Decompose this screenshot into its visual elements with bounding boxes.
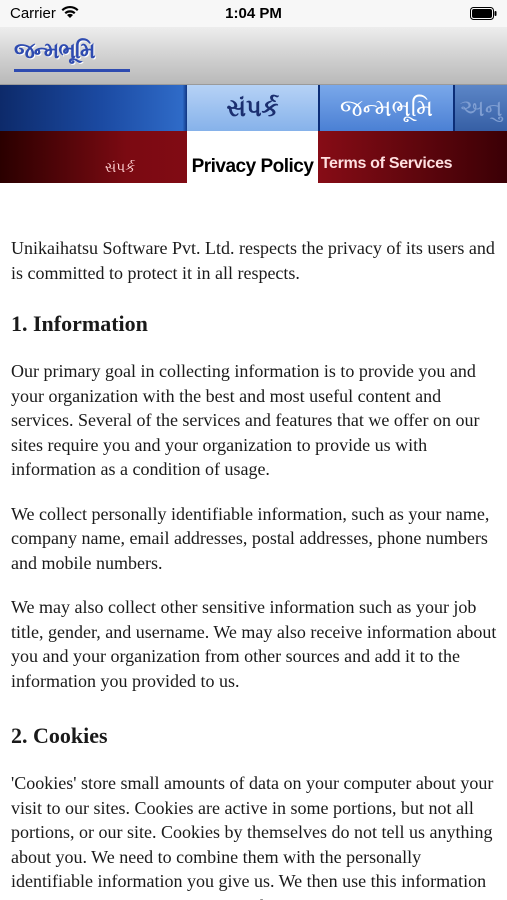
tab-janmabhoomi[interactable]: જન્મભૂમિ [320,85,453,131]
tab-more[interactable]: અનુ [455,85,507,131]
section-heading-information: 1. Information [11,311,148,336]
cookies-paragraph-1: 'Cookies' store small amounts of data on… [11,773,494,900]
site-header: જન્મભૂમિ સંપર્ક જન્મભૂમિ અનુ સંપર્ક Priv… [0,27,507,183]
information-paragraph-2: We collect personally identifiable infor… [11,503,490,573]
battery-icon [470,7,497,20]
information-paragraph-1: Our primary goal in collecting informati… [11,361,480,479]
sub-nav: સંપર્ક Privacy Policy Terms of Services [0,131,507,183]
logo-underline [14,69,130,72]
information-paragraph-3: We may also collect other sensitive info… [11,597,497,691]
subtab-privacy-policy[interactable]: Privacy Policy [187,131,318,183]
clock: 1:04 PM [225,5,282,22]
privacy-policy-content: Unikaihatsu Software Pvt. Ltd. respects … [11,236,497,900]
main-nav: સંપર્ક જન્મભૂમિ અનુ [0,85,507,131]
logo[interactable]: જન્મભૂમિ [14,39,95,71]
intro-paragraph: Unikaihatsu Software Pvt. Ltd. respects … [11,238,495,283]
status-bar: Carrier 1:04 PM [0,0,507,27]
logo-bar: જન્મભૂમિ [0,27,507,85]
subtab-terms-of-services[interactable]: Terms of Services [320,131,453,183]
subtab-contact[interactable]: સંપર્ક [80,131,160,183]
section-heading-cookies: 2. Cookies [11,723,108,748]
tab-contact[interactable]: સંપર્ક [187,85,318,131]
